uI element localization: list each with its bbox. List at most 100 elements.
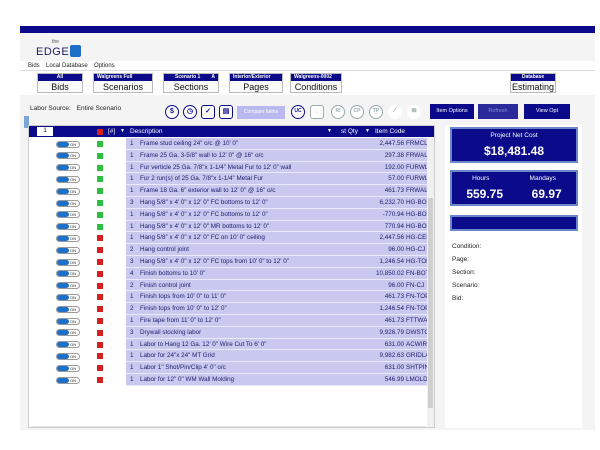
table-row[interactable]: ON 1 Hang 5/8" x 4' 0" x 12' 0" FC on 10' …	[29, 232, 434, 245]
row-body[interactable]: 2 Finish tops from 10' 0" to 12' 0" 1,246.…	[126, 303, 434, 315]
row-selector[interactable]	[29, 161, 54, 174]
col-item-code[interactable]: Item Code	[375, 126, 405, 137]
tp-icon[interactable]: TP	[369, 105, 383, 119]
row-selector[interactable]	[29, 326, 54, 339]
menu-bids[interactable]: Bids	[28, 61, 40, 71]
row-selector[interactable]	[29, 185, 54, 197]
status-indicator[interactable]	[97, 306, 103, 313]
table-row[interactable]: ON 1 Hang 5/8" x 4' 0" x 12' 0" MR bottoms…	[29, 220, 434, 233]
row-body[interactable]: 1 Hang 5/8" x 4' 0" x 12' 0" FC on 10' 0"…	[126, 232, 434, 245]
row-body[interactable]: 1 Labor for 12" 0" WM Wall Molding 546.99 L…	[126, 374, 434, 386]
col-num[interactable]: [#]	[108, 126, 115, 137]
toggle-switch[interactable]: ON	[56, 293, 80, 301]
status-indicator[interactable]	[97, 294, 103, 301]
vertical-scrollbar[interactable]	[427, 138, 434, 427]
row-index-field[interactable]: 1	[37, 127, 53, 136]
row-body[interactable]: 1 Hang 5/8" x 4' 0" x 12' 0" MR bottoms t…	[126, 220, 434, 233]
toggle-switch[interactable]: ON	[56, 246, 80, 254]
row-body[interactable]: 3 Drywall stocking labor 9,926.79 DWSTOCK	[126, 326, 434, 339]
row-selector[interactable]	[29, 232, 54, 245]
toggle-switch[interactable]: ON	[56, 376, 80, 384]
table-row[interactable]: ON 1 Finish tops from 10' 0" to 11' 0" 461.…	[29, 291, 434, 304]
status-indicator[interactable]	[97, 200, 103, 206]
status-indicator[interactable]	[97, 282, 103, 289]
row-body[interactable]: 1 Hang 5/8" x 4' 0" x 12' 0" FC bottoms t…	[126, 208, 434, 221]
table-row[interactable]: ON 1 Labor for 24"x 24" MT Grid 9,982.63 GRI…	[29, 350, 434, 363]
row-selector[interactable]	[29, 197, 54, 209]
nav-bids[interactable]: All Bids	[37, 73, 83, 93]
row-selector[interactable]	[29, 256, 54, 268]
table-row[interactable]: ON 3 Hang 5/8" x 4' 0" x 12' 0" FC bottoms…	[29, 197, 434, 209]
row-body[interactable]: 1 Labor to Hang 12 Ga. 12' 0" Wire Cut To…	[126, 338, 434, 351]
view-options-button[interactable]: View Opt	[524, 104, 570, 119]
toggle-switch[interactable]: ON	[56, 152, 80, 160]
table-row[interactable]: ON 3 Hang 5/8" x 4' 0" x 12' 0" FC tops fr…	[29, 256, 434, 268]
refresh-button[interactable]: Refresh	[478, 104, 518, 119]
toggle-switch[interactable]: ON	[56, 270, 80, 278]
toggle-switch[interactable]: ON	[56, 282, 80, 290]
row-selector[interactable]	[29, 315, 54, 327]
row-selector[interactable]	[29, 173, 54, 186]
row-selector[interactable]	[29, 208, 54, 221]
row-selector[interactable]	[29, 149, 54, 162]
toggle-switch[interactable]: ON	[56, 199, 80, 207]
row-body[interactable]: 1 Frame 25 Ga. 3-5/8" wall to 12' 0" @ 16…	[126, 149, 432, 162]
status-indicator[interactable]	[97, 223, 103, 230]
status-indicator[interactable]	[97, 365, 103, 372]
table-row[interactable]: ON 1 Frame 25 Ga. 3-5/8" wall to 12' 0" @ …	[29, 149, 432, 162]
status-indicator[interactable]	[97, 211, 103, 218]
dollar-icon[interactable]: $	[165, 105, 179, 119]
scroll-thumb[interactable]	[428, 198, 433, 408]
menu-local-database[interactable]: Local Database	[46, 61, 88, 71]
col-description[interactable]: Description	[130, 126, 163, 137]
toggle-switch[interactable]: ON	[56, 140, 80, 148]
status-indicator[interactable]	[97, 341, 103, 348]
shapes-icon[interactable]: ◌	[310, 105, 324, 119]
row-selector[interactable]	[29, 338, 54, 351]
status-indicator[interactable]	[97, 259, 103, 265]
row-selector[interactable]	[29, 374, 54, 386]
row-body[interactable]: 2 Finish control joint 96.00 FN-CJ	[126, 279, 429, 292]
row-body[interactable]: 1 Finish tops from 10' 0" to 11' 0" 461.73…	[126, 291, 434, 304]
row-selector[interactable]	[29, 220, 54, 233]
status-indicator[interactable]	[97, 164, 103, 171]
nav-conditions[interactable]: Walgreens-0002 Conditions	[290, 73, 342, 93]
table-row[interactable]: ON 4 Finish bottoms to 10' 0" 10,850.02 FN-B…	[29, 267, 434, 280]
table-row[interactable]: ON 1 Frame stud ceiling 24" o/c @ 10' 0" 2,…	[29, 138, 434, 150]
status-indicator[interactable]	[97, 329, 103, 336]
toggle-switch[interactable]: ON	[56, 187, 80, 195]
status-indicator[interactable]	[97, 152, 103, 159]
cp-icon[interactable]: CP	[350, 105, 364, 119]
row-body[interactable]: 3 Hang 5/8" x 4' 0" x 12' 0" FC bottoms t…	[126, 197, 434, 209]
horizontal-scrollbar[interactable]	[31, 426, 426, 427]
filter-icon[interactable]: ▼	[365, 126, 370, 137]
filter-icon[interactable]: ▼	[327, 126, 332, 137]
toggle-switch[interactable]: ON	[56, 211, 80, 219]
table-row[interactable]: ON 2 Finish tops from 10' 0" to 12' 0" 1,24…	[29, 303, 434, 315]
status-indicator[interactable]	[97, 377, 103, 383]
row-body[interactable]: 3 Hang 5/8" x 4' 0" x 12' 0" FC tops from…	[126, 256, 434, 268]
row-body[interactable]: 1 Fur verticle 25 Ga. 7/8"x 1-1/4" Metal …	[126, 161, 432, 174]
toggle-switch[interactable]: ON	[56, 317, 80, 325]
table-row[interactable]: ON 1 Fur 2 run(s) of 25 Ga. 7/8"x 1-1/4" M…	[29, 173, 434, 186]
row-selector[interactable]	[29, 362, 54, 374]
row-selector[interactable]	[29, 279, 54, 292]
filter-icon[interactable]: ▼	[120, 126, 125, 137]
status-indicator[interactable]	[97, 247, 103, 254]
row-selector[interactable]	[29, 267, 54, 280]
delete-icon[interactable]	[97, 128, 103, 135]
row-body[interactable]: 1 Frame stud ceiling 24" o/c @ 10' 0" 2,44…	[126, 138, 434, 150]
toggle-switch[interactable]: ON	[56, 329, 80, 337]
table-row[interactable]: ON 1 Labor 1" Shot/Pin/Clip 4' 0" o/c 631.0…	[29, 362, 434, 374]
row-body[interactable]: 1 Fur 2 run(s) of 25 Ga. 7/8"x 1-1/4" Met…	[126, 173, 434, 186]
wand-icon[interactable]: ⁄	[388, 105, 402, 119]
toggle-switch[interactable]: ON	[56, 352, 80, 360]
nav-pages[interactable]: Interior/Exterior Pages	[229, 73, 283, 93]
uc-icon[interactable]: UC	[291, 105, 305, 119]
table-row[interactable]: ON 1 Fire tape from 11' 0" to 12' 0" 461.73…	[29, 315, 434, 327]
item-options-button[interactable]: Item Options	[430, 104, 474, 119]
nav-scenarios[interactable]: Walgreens Full Project Scenarios	[93, 73, 153, 93]
row-body[interactable]: 1 Labor for 24"x 24" MT Grid 9,982.63 GRIDL…	[126, 350, 434, 363]
menu-options[interactable]: Options	[94, 61, 115, 71]
table-row[interactable]: ON 2 Finish control joint 96.00 FN-CJ	[29, 279, 429, 292]
